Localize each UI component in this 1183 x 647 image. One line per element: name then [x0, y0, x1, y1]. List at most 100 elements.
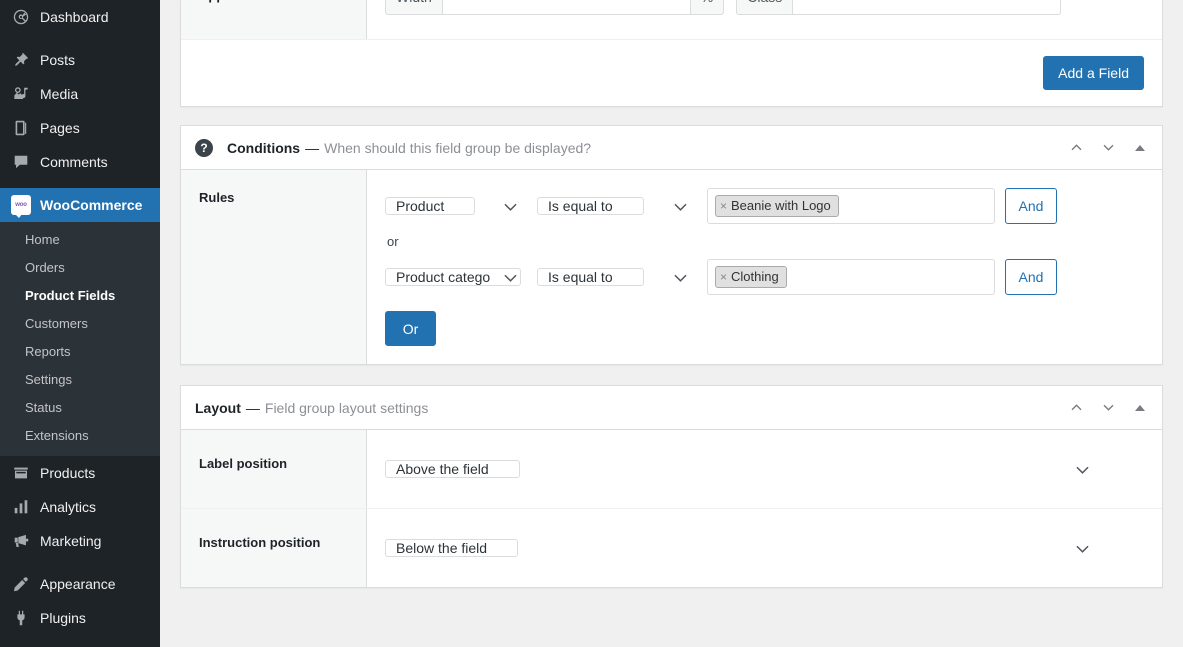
rule-operator-select[interactable]: Is equal to: [537, 197, 644, 215]
sidebar-item-woocommerce[interactable]: woo WooCommerce: [0, 188, 160, 222]
chevron-down-icon: [674, 203, 687, 211]
sidebar-item-label: Media: [40, 86, 79, 102]
comments-icon: [11, 152, 31, 172]
analytics-icon: [11, 497, 31, 517]
sidebar-subitem-reports[interactable]: Reports: [0, 338, 160, 366]
rule-subject-select[interactable]: Product: [385, 197, 476, 215]
add-and-condition-button[interactable]: And: [1005, 259, 1057, 295]
sidebar-item-appearance[interactable]: Appearance: [0, 567, 160, 601]
rules-field: Product Is equal to × Beanie with Logo A…: [367, 170, 1162, 364]
rule-operator-select[interactable]: Is equal to: [537, 268, 644, 286]
tag-chip-label: Clothing: [731, 269, 779, 284]
rule-value-tag-input[interactable]: × Beanie with Logo: [707, 188, 995, 224]
chevron-down-icon: [504, 203, 517, 211]
conditions-dash: —: [305, 139, 320, 156]
tag-chip-label: Beanie with Logo: [731, 198, 831, 213]
sidebar-item-pages[interactable]: Pages: [0, 111, 160, 145]
field-settings-panel: Appearance Width % Class Add a Field: [180, 0, 1163, 107]
move-down-button[interactable]: [1094, 394, 1122, 422]
width-input-group: Width %: [385, 0, 725, 15]
field-settings-label: Appearance: [199, 0, 273, 3]
sidebar-item-analytics[interactable]: Analytics: [0, 490, 160, 524]
sidebar-divider: [0, 34, 160, 43]
field-settings-controls: Width % Class: [367, 0, 1162, 39]
width-input[interactable]: [442, 0, 691, 15]
sidebar-item-posts[interactable]: Posts: [0, 43, 160, 77]
collapse-toggle-button[interactable]: [1126, 134, 1154, 162]
rule-operator-select-wrap: Is equal to: [537, 189, 697, 223]
chevron-down-icon: [1076, 545, 1089, 553]
rule-value-tag-input[interactable]: × Clothing: [707, 259, 995, 295]
rules-label: Rules: [181, 170, 367, 364]
sidebar-subitem-home[interactable]: Home: [0, 226, 160, 254]
sidebar-subitem-status[interactable]: Status: [0, 394, 160, 422]
class-input-group: Class: [736, 0, 1062, 15]
products-icon: [11, 463, 31, 483]
add-a-field-button[interactable]: Add a Field: [1043, 56, 1144, 90]
instruction-position-select[interactable]: Below the field: [385, 539, 519, 557]
sidebar-item-label: Products: [40, 465, 96, 481]
chevron-down-icon: [1101, 400, 1116, 415]
sidebar-item-marketing[interactable]: Marketing: [0, 524, 160, 558]
label-position-select[interactable]: Above the field: [385, 460, 520, 478]
layout-panel: Layout — Field group layout settings Lab…: [180, 385, 1163, 588]
sidebar-subitem-customers[interactable]: Customers: [0, 310, 160, 338]
tag-chip[interactable]: × Beanie with Logo: [715, 195, 839, 217]
instruction-position-select-wrap: Below the field: [385, 531, 1099, 565]
sidebar-subitem-orders[interactable]: Orders: [0, 254, 160, 282]
add-or-condition-button[interactable]: Or: [385, 311, 436, 346]
layout-panel-actions: [1062, 394, 1154, 422]
sidebar-item-label: Posts: [40, 52, 76, 68]
rules-row: Rules Product Is equal to × Beanie with …: [181, 170, 1162, 364]
sidebar-item-media[interactable]: Media: [0, 77, 160, 111]
sidebar-subitem-extensions[interactable]: Extensions: [0, 422, 160, 450]
add-and-condition-button[interactable]: And: [1005, 188, 1057, 224]
admin-sidebar: Dashboard Posts Media Pages Comments woo…: [0, 0, 160, 647]
rule-subject-select-wrap: Product: [385, 189, 527, 223]
pin-icon: [11, 50, 31, 70]
move-down-button[interactable]: [1094, 134, 1122, 162]
chevron-up-icon: [1069, 140, 1084, 155]
woocommerce-icon: woo: [11, 195, 31, 218]
layout-panel-header: Layout — Field group layout settings: [181, 386, 1162, 430]
label-position-select-wrap: Above the field: [385, 452, 1099, 486]
class-addon-label: Class: [736, 0, 794, 15]
rule-subject-select[interactable]: Product catego: [385, 268, 522, 286]
rule-row: Product catego Is equal to × Clothing An…: [385, 259, 1144, 295]
move-up-button[interactable]: [1062, 394, 1090, 422]
class-input[interactable]: [793, 0, 1062, 15]
instruction-position-label: Instruction position: [181, 509, 367, 587]
media-icon: [11, 84, 31, 104]
sidebar-item-label: Dashboard: [40, 9, 109, 25]
tag-chip[interactable]: × Clothing: [715, 266, 787, 288]
plugins-icon: [11, 608, 31, 628]
move-up-button[interactable]: [1062, 134, 1090, 162]
rule-subject-select-wrap: Product catego: [385, 260, 527, 294]
sidebar-item-label: Analytics: [40, 499, 97, 515]
sidebar-item-label: Appearance: [40, 576, 116, 592]
label-position-row: Label position Above the field: [181, 430, 1162, 509]
dashboard-icon: [11, 7, 31, 27]
help-icon[interactable]: ?: [195, 138, 213, 157]
collapse-toggle-button[interactable]: [1126, 394, 1154, 422]
sidebar-item-comments[interactable]: Comments: [0, 145, 160, 179]
field-settings-label-col: Appearance: [181, 0, 367, 39]
sidebar-item-plugins[interactable]: Plugins: [0, 601, 160, 635]
chevron-down-icon: [1101, 140, 1116, 155]
sidebar-subitem-settings[interactable]: Settings: [0, 366, 160, 394]
remove-tag-icon[interactable]: ×: [720, 200, 727, 212]
rule-operator-select-wrap: Is equal to: [537, 260, 697, 294]
sidebar-item-label: Pages: [40, 120, 80, 136]
field-settings-row: Appearance Width % Class: [181, 0, 1162, 40]
sidebar-item-label: Plugins: [40, 610, 86, 626]
sidebar-item-label: Comments: [40, 154, 108, 170]
chevron-down-icon: [674, 274, 687, 282]
remove-tag-icon[interactable]: ×: [720, 271, 727, 283]
sidebar-subitem-product-fields[interactable]: Product Fields: [0, 282, 160, 310]
main-content: Appearance Width % Class Add a Field: [160, 0, 1183, 647]
appearance-icon: [11, 574, 31, 594]
conditions-subtitle: When should this field group be displaye…: [324, 139, 592, 156]
sidebar-item-dashboard[interactable]: Dashboard: [0, 0, 160, 34]
sidebar-item-products[interactable]: Products: [0, 456, 160, 490]
sidebar-item-label: WooCommerce: [40, 197, 143, 213]
